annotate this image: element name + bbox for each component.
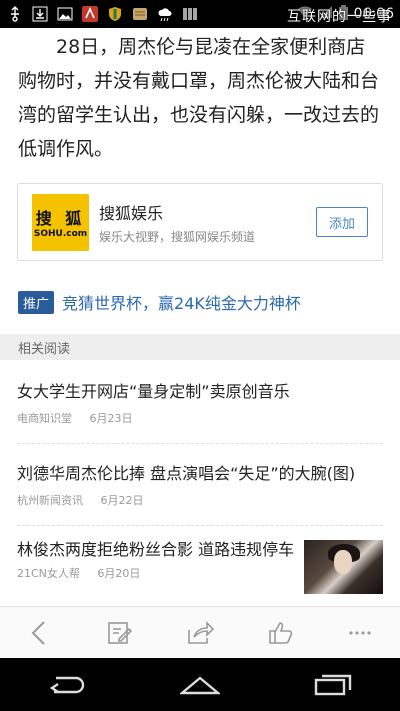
image-icon bbox=[56, 5, 74, 23]
watermark-text: 互联网的一些事 bbox=[287, 9, 392, 25]
news-thumbnail[interactable] bbox=[304, 540, 383, 594]
comment-edit-icon[interactable] bbox=[96, 609, 144, 657]
notes-app-icon bbox=[131, 5, 149, 23]
nav-home-icon[interactable] bbox=[170, 663, 230, 707]
divider bbox=[17, 525, 383, 526]
news-meta: 杭州新闻资讯 6月22日 bbox=[17, 492, 383, 508]
news-date: 6月23日 bbox=[89, 412, 133, 425]
nav-back-icon[interactable] bbox=[37, 663, 97, 707]
list-item[interactable]: 林俊杰两度拒绝粉丝合影 道路违规停车 21CN女人帮 6月20日 bbox=[17, 538, 295, 581]
news-meta: 21CN女人帮 6月20日 bbox=[17, 565, 295, 581]
back-icon[interactable] bbox=[16, 609, 64, 657]
news-source: 杭州新闻资讯 bbox=[17, 494, 83, 507]
promo-badge: 推广 bbox=[18, 290, 55, 314]
status-bar: 06:06 互联网的一些事 bbox=[0, 0, 400, 28]
weather-icon bbox=[156, 5, 174, 23]
channel-subtitle: 娱乐大视野，搜狐网娱乐频道 bbox=[99, 229, 256, 244]
related-header: 相关阅读 bbox=[0, 334, 400, 360]
news-source: 电商知识堂 bbox=[17, 412, 72, 425]
add-channel-button[interactable]: 添加 bbox=[316, 207, 368, 237]
list-item[interactable]: 女大学生开网店“量身定制”卖原创音乐 电商知识堂 6月23日 bbox=[17, 380, 383, 426]
shield-app-icon bbox=[106, 5, 124, 23]
news-title[interactable]: 刘德华周杰伦比捧 盘点演唱会“失足”的大腕(图) bbox=[17, 462, 383, 485]
thumbnail-face bbox=[334, 550, 352, 574]
news-title[interactable]: 女大学生开网店“量身定制”卖原创音乐 bbox=[17, 380, 383, 403]
nav-recents-icon[interactable] bbox=[303, 663, 363, 707]
divider bbox=[17, 443, 383, 444]
news-title[interactable]: 林俊杰两度拒绝粉丝合影 道路违规停车 bbox=[17, 538, 295, 561]
promo-link[interactable]: 竞猜世界杯，赢24K纯金大力神杯 bbox=[62, 290, 301, 314]
usb-icon bbox=[6, 5, 24, 23]
system-nav-bar bbox=[0, 658, 400, 711]
list-item[interactable]: 刘德华周杰伦比捧 盘点演唱会“失足”的大腕(图) 杭州新闻资讯 6月22日 bbox=[17, 462, 383, 508]
barcode-icon bbox=[181, 5, 199, 23]
logo-bottom-text: SOHU.com bbox=[33, 229, 88, 239]
channel-title: 搜狐娱乐 bbox=[99, 203, 164, 223]
article-toolbar bbox=[0, 606, 400, 658]
more-icon[interactable] bbox=[336, 609, 384, 657]
app-red-icon bbox=[81, 5, 99, 23]
news-date: 6月20日 bbox=[97, 567, 141, 580]
share-icon[interactable] bbox=[176, 609, 224, 657]
news-date: 6月22日 bbox=[100, 494, 144, 507]
download-icon bbox=[31, 5, 49, 23]
news-source: 21CN女人帮 bbox=[17, 567, 80, 580]
article-paragraph: 28日，周杰伦与昆凌在全家便利商店购物时，并没有戴口罩，周杰伦被大陆和台湾的留学… bbox=[18, 36, 380, 160]
sohu-logo: 搜 狐 SOHU.com bbox=[32, 193, 89, 251]
channel-card[interactable]: 搜 狐 SOHU.com 搜狐娱乐 娱乐大视野，搜狐网娱乐频道 添加 bbox=[17, 183, 383, 261]
news-meta: 电商知识堂 6月23日 bbox=[17, 410, 383, 426]
channel-info: 搜狐娱乐 娱乐大视野，搜狐网娱乐频道 bbox=[99, 200, 316, 245]
like-icon[interactable] bbox=[256, 609, 304, 657]
promo-row[interactable]: 推广 竞猜世界杯，赢24K纯金大力神杯 bbox=[18, 290, 301, 314]
logo-top-text: 搜 狐 bbox=[35, 209, 86, 228]
